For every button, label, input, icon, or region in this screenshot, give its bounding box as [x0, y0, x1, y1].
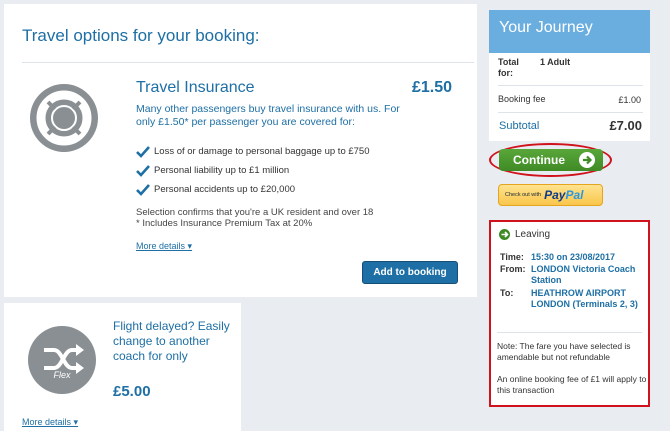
from-label: From: — [500, 264, 526, 274]
caret-down-icon: ▾ — [73, 417, 79, 427]
residency-note: Selection confirms that you're a UK resi… — [136, 207, 374, 218]
flex-description: Flight delayed? Easily change to another… — [113, 319, 230, 363]
subtotal-value: £7.00 — [609, 118, 642, 133]
selection-note: Selection confirms that you're a UK resi… — [136, 207, 436, 229]
paypal-pal: Pal — [565, 188, 584, 202]
divider — [497, 332, 642, 333]
flex-price: £5.00 — [113, 383, 151, 400]
checkmark-icon — [136, 183, 150, 197]
paypal-pay: Pay — [544, 188, 566, 202]
insurance-description: Many other passengers buy travel insuran… — [136, 103, 400, 128]
booking-fee-value: £1.00 — [618, 95, 641, 105]
divider — [22, 62, 474, 63]
from-value: LONDON Victoria Coach Station — [531, 264, 636, 285]
paypal-logo: PayPal — [544, 188, 583, 202]
leaving-heading: Leaving — [499, 229, 550, 240]
leaving-label: Leaving — [515, 229, 551, 240]
insurance-price: £1.50 — [412, 79, 453, 96]
benefit-label: Personal accidents up to £20,000 — [154, 184, 296, 195]
flex-panel: Flex Flight delayed? Easily change to an… — [4, 303, 241, 431]
benefit-item: Loss of or damage to personal baggage up… — [136, 142, 370, 161]
paypal-checkout-button[interactable]: Check out with PayPal — [498, 184, 603, 206]
divider — [498, 85, 643, 86]
fee-note: An online booking fee of £1 will apply t… — [497, 374, 647, 395]
page-title: Travel options for your booking: — [22, 26, 260, 45]
checkmark-icon — [136, 145, 150, 159]
tax-note: * Includes Insurance Premium Tax at 20% — [136, 218, 313, 229]
leaving-details: Leaving Time: 15:30 on 23/08/2017 From: … — [489, 220, 650, 407]
divider — [498, 112, 643, 113]
shuffle-icon: Flex — [28, 326, 96, 394]
travel-options-panel: Travel options for your booking: Travel … — [4, 4, 477, 297]
subtotal-label: Subtotal — [499, 120, 540, 132]
flex-more-details-link[interactable]: More details ▾ — [22, 417, 78, 428]
lifebuoy-icon — [30, 84, 98, 152]
continue-label: Continue — [513, 153, 565, 167]
caret-down-icon: ▾ — [187, 241, 193, 251]
more-details-label: More details — [22, 417, 72, 427]
to-value: HEATHROW AIRPORT LONDON (Terminals 2, 3) — [531, 288, 638, 309]
more-details-label: More details — [136, 241, 186, 251]
flex-icon-label: Flex — [53, 370, 71, 380]
booking-fee-label: Booking fee — [498, 94, 546, 104]
insurance-more-details-link[interactable]: More details ▾ — [136, 241, 192, 252]
paypal-prefix: Check out with — [505, 192, 542, 198]
arrow-right-icon — [579, 152, 595, 168]
insurance-title: Travel Insurance — [136, 79, 255, 96]
benefits-list: Loss of or damage to personal baggage up… — [136, 142, 370, 199]
time-label: Time: — [500, 252, 524, 262]
add-to-booking-button[interactable]: Add to booking — [362, 261, 458, 284]
fare-note: Note: The fare you have selected is amen… — [497, 341, 631, 362]
benefit-label: Loss of or damage to personal baggage up… — [154, 146, 370, 157]
journey-summary: Your Journey Total for: 1 Adult Booking … — [489, 10, 650, 141]
checkmark-icon — [136, 164, 150, 178]
time-value: 15:30 on 23/08/2017 — [531, 252, 616, 262]
to-label: To: — [500, 288, 514, 298]
benefit-item: Personal accidents up to £20,000 — [136, 180, 370, 199]
benefit-item: Personal liability up to £1 million — [136, 161, 370, 180]
total-value: 1 Adult — [540, 57, 571, 67]
arrow-right-icon — [499, 229, 510, 240]
continue-button[interactable]: Continue — [499, 149, 603, 171]
total-label: Total for: — [498, 57, 519, 78]
benefit-label: Personal liability up to £1 million — [154, 165, 290, 176]
journey-title: Your Journey — [489, 10, 650, 53]
